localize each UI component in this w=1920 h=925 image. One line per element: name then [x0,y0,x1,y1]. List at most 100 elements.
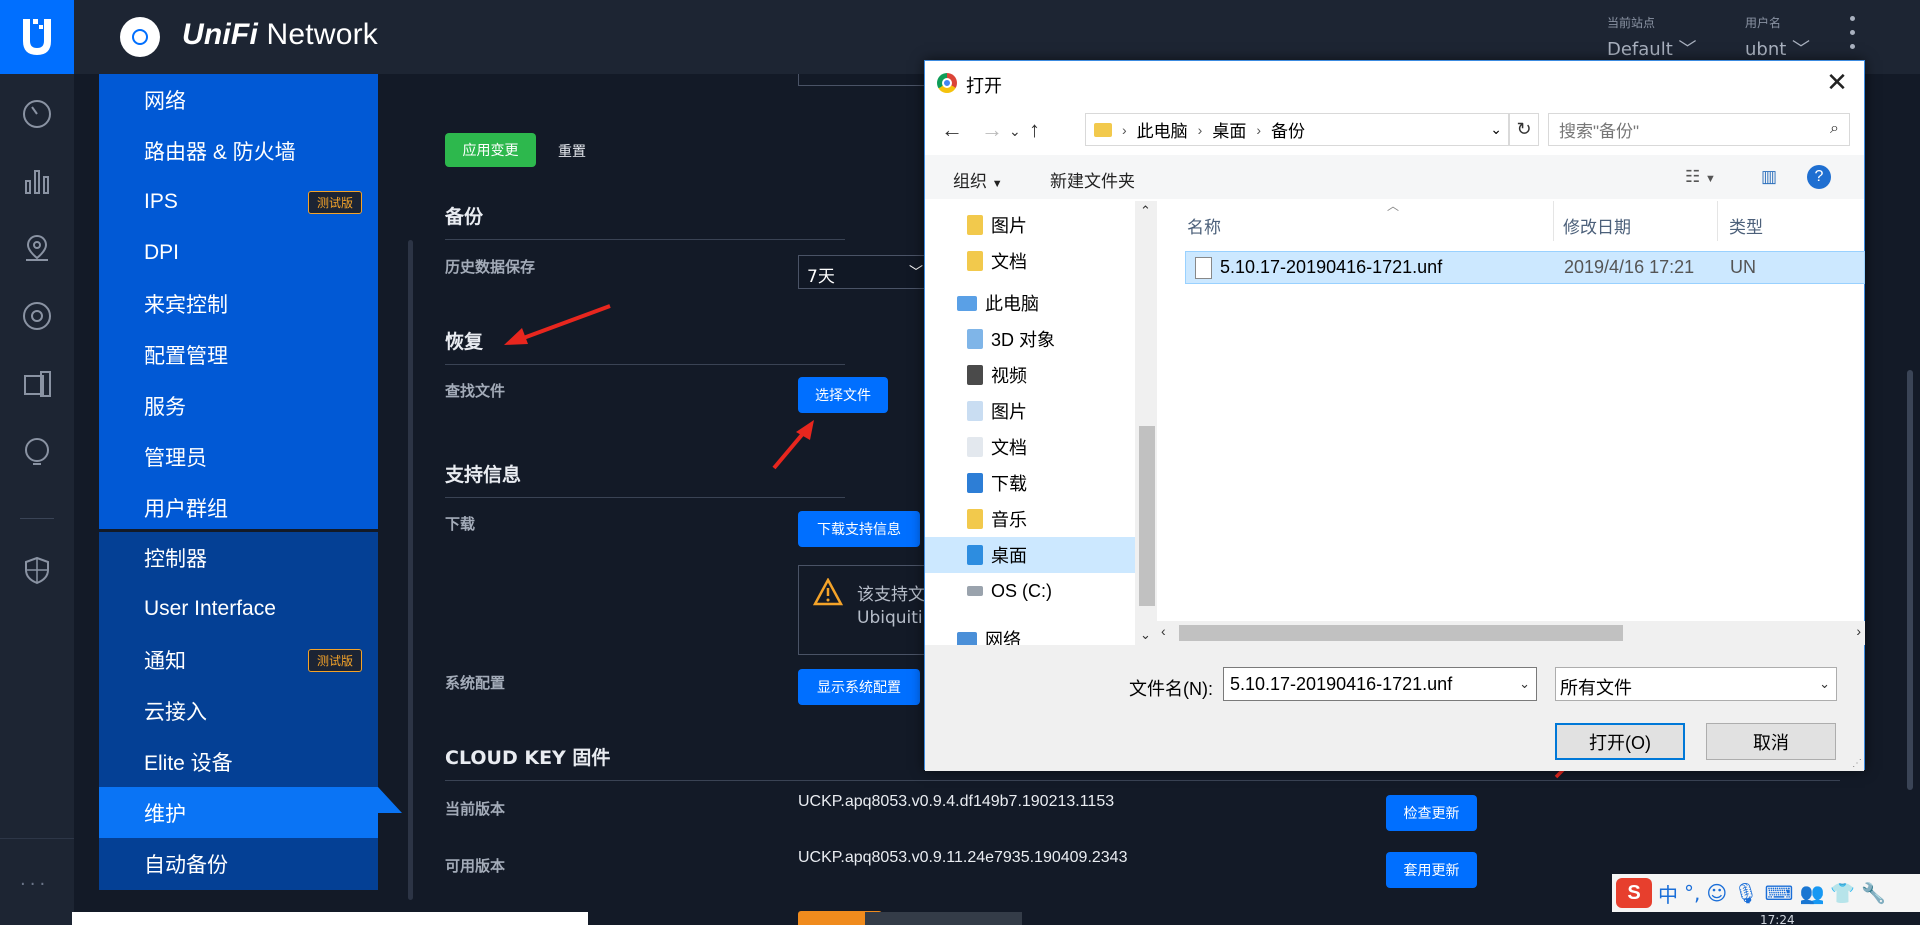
ubiquiti-logo[interactable] [0,0,74,74]
tree-item-pictures-pc[interactable]: 图片 [925,393,1135,429]
nav-item-auto-backup[interactable]: 自动备份 [99,838,378,889]
nav-item-guest-control[interactable]: 来宾控制 [99,278,378,329]
show-system-config-button[interactable]: 显示系统配置 [798,669,920,705]
chevron-down-icon[interactable]: ⌄ [1519,676,1530,692]
tree-item-videos[interactable]: 视频 [925,357,1135,393]
column-modified[interactable]: 修改日期 [1563,213,1631,238]
nav-item-user-interface[interactable]: User Interface [99,583,378,634]
apply-update-button[interactable]: 套用更新 [1386,852,1477,888]
nav-item-user-groups[interactable]: 用户群组 [99,482,378,533]
sogou-logo-icon[interactable]: S [1616,878,1652,908]
nav-item-admins[interactable]: 管理员 [99,431,378,482]
nav-item-controller[interactable]: 控制器 [99,532,378,583]
resize-grip-icon[interactable]: ⋰ [1852,758,1862,769]
scroll-right-icon[interactable]: › [1856,623,1861,639]
user-icon[interactable]: 👥 [1799,881,1824,905]
punctuation-icon[interactable]: °, [1684,881,1700,905]
tree-item-network[interactable]: 网络 [925,621,1135,645]
nav-item-profiles[interactable]: 配置管理 [99,329,378,380]
dialog-titlebar[interactable]: 打开 ✕ [925,61,1864,105]
nav-item-ips[interactable]: IPS 测试版 [99,176,378,227]
breadcrumb-separator-icon[interactable]: › [1256,122,1261,138]
site-value[interactable]: Default ﹀ [1607,35,1697,61]
user-value[interactable]: ubnt ﹀ [1745,35,1810,61]
nav-item-elite-devices[interactable]: Elite 设备 [99,736,378,787]
chevron-down-icon[interactable]: ⌄ [1490,121,1502,138]
hscroll-thumb[interactable] [1179,625,1623,641]
column-divider[interactable] [1553,201,1554,241]
scroll-down-icon[interactable]: ⌄ [1140,627,1151,643]
nav-item-cloud-access[interactable]: 云接入 [99,685,378,736]
tree-item-pictures[interactable]: 图片 [925,207,1135,243]
tree-item-this-pc[interactable]: 此电脑 [925,285,1135,321]
refresh-icon[interactable]: ↻ [1509,113,1539,146]
download-support-button[interactable]: 下载支持信息 [798,511,920,547]
breadcrumb-separator-icon[interactable]: › [1198,122,1203,138]
back-arrow-icon[interactable]: ← [941,117,963,143]
tree-item-3d-objects[interactable]: 3D 对象 [925,321,1135,357]
devices-icon[interactable] [19,298,55,334]
check-update-button[interactable]: 检查更新 [1386,795,1477,831]
column-name[interactable]: 名称 [1187,213,1221,238]
open-button[interactable]: 打开(O) [1555,723,1685,760]
nav-item-router-firewall[interactable]: 路由器 & 防火墙 [99,125,378,176]
history-retention-select[interactable]: 7天 ﹀ [798,255,928,289]
filetype-select[interactable]: 所有文件 ⌄ [1555,667,1837,701]
tree-item-downloads[interactable]: 下载 [925,465,1135,501]
cancel-button[interactable]: 取消 [1706,723,1836,760]
microphone-icon[interactable]: 🎙 [1733,881,1758,905]
ime-mode[interactable]: 中 [1658,879,1678,908]
nav-item-notifications[interactable]: 通知 测试版 [99,634,378,685]
clients-icon[interactable] [19,366,55,402]
tools-icon[interactable]: 🔧 [1861,881,1886,905]
breadcrumb-separator-icon[interactable]: › [1122,122,1127,138]
settings-scrollbar[interactable] [408,240,413,900]
tree-item-os-drive[interactable]: OS (C:) [925,573,1135,609]
tree-item-desktop[interactable]: 桌面 [925,537,1135,573]
threat-management-icon[interactable] [19,552,55,588]
tree-item-documents[interactable]: 文档 [925,243,1135,279]
nav-item-maintenance[interactable]: 维护 [99,787,402,838]
reset-link[interactable]: 重置 [558,141,586,161]
filename-input[interactable]: 5.10.17-20190416-1721.unf ⌄ [1223,667,1537,701]
organize-menu[interactable]: 组织 ▼ [953,167,1003,192]
nav-item-network[interactable]: 网络 [99,74,378,125]
preview-pane-icon[interactable]: ▥ [1761,167,1777,187]
address-bar[interactable]: › 此电脑 › 桌面 › 备份 ⌄ [1085,113,1509,146]
tree-item-documents-pc[interactable]: 文档 [925,429,1135,465]
map-icon[interactable] [19,230,55,266]
tree-scroll-thumb[interactable] [1139,426,1155,606]
keyboard-icon[interactable]: ⌨ [1765,881,1794,905]
column-divider[interactable] [1717,201,1718,241]
file-row[interactable]: 5.10.17-20190416-1721.unf 2019/4/16 17:2… [1185,251,1865,284]
breadcrumb-this-pc[interactable]: 此电脑 [1137,117,1188,142]
breadcrumb-backup[interactable]: 备份 [1271,117,1305,142]
column-type[interactable]: 类型 [1729,213,1763,238]
choose-file-button[interactable]: 选择文件 [798,377,888,413]
help-icon[interactable]: ? [1807,165,1831,189]
forward-arrow-icon[interactable]: → [981,117,1003,143]
emoji-icon[interactable]: ☺ [1706,881,1727,905]
statistics-icon[interactable] [19,163,55,199]
scroll-left-icon[interactable]: ‹ [1161,623,1166,639]
insights-icon[interactable] [19,434,55,470]
file-list-hscrollbar[interactable]: ‹ › [1157,621,1865,645]
skin-icon[interactable]: 👕 [1830,881,1855,905]
recent-locations-chevron-icon[interactable]: ⌄ [1009,123,1021,140]
user-selector[interactable]: 用户名 ubnt ﹀ [1745,14,1810,61]
scroll-up-icon[interactable]: ⌃ [1140,203,1151,219]
tree-item-music[interactable]: 音乐 [925,501,1135,537]
new-folder-button[interactable]: 新建文件夹 [1050,167,1135,192]
search-input[interactable]: 搜索"备份" ⌕ [1548,113,1850,146]
apply-changes-button[interactable]: 应用变更 [445,133,536,167]
breadcrumb-desktop[interactable]: 桌面 [1212,117,1246,142]
site-selector[interactable]: 当前站点 Default ﹀ [1607,14,1697,61]
page-scrollbar[interactable] [1907,370,1913,790]
nav-item-services[interactable]: 服务 [99,380,378,431]
up-arrow-icon[interactable]: ↑ [1029,117,1040,143]
close-icon[interactable]: ✕ [1822,67,1852,97]
nav-item-dpi[interactable]: DPI [99,227,378,278]
view-options-icon[interactable]: ☷ ▼ [1685,167,1716,187]
more-menu-icon[interactable] [1850,16,1858,58]
dashboard-icon[interactable] [19,96,55,132]
